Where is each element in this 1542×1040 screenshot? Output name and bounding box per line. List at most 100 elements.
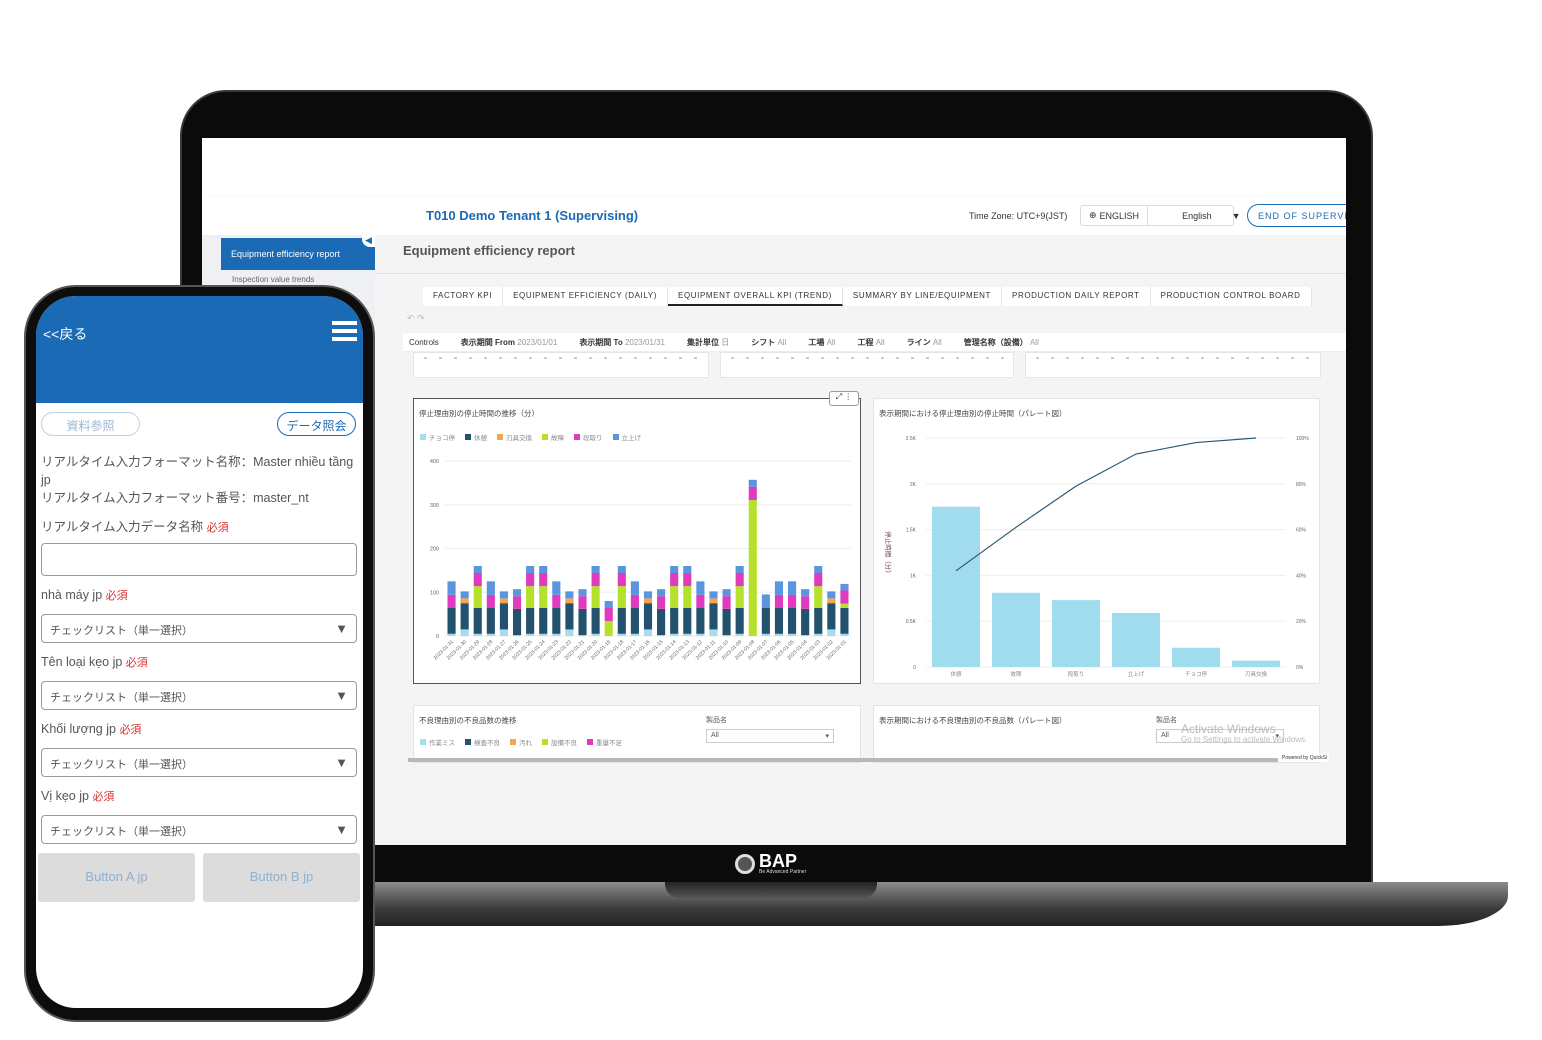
bar-segment xyxy=(630,594,639,608)
control-filter[interactable]: 表示期間 From 2023/01/01 xyxy=(461,337,558,348)
bar-segment xyxy=(512,596,522,609)
legend-item[interactable]: 重量不足 xyxy=(587,737,622,747)
bar-segment xyxy=(709,603,718,630)
legend-item[interactable]: 設備不良 xyxy=(542,737,577,747)
control-filter[interactable]: 工場 All xyxy=(808,337,835,348)
control-filter[interactable]: 表示期間 To 2023/01/31 xyxy=(579,337,665,348)
bar-segment xyxy=(683,608,692,634)
control-filter[interactable]: 工程 All xyxy=(857,337,884,348)
bar-segment xyxy=(512,635,522,636)
bar-segment xyxy=(709,629,718,636)
tab-0[interactable]: FACTORY KPI xyxy=(423,287,504,306)
hamburger-menu-icon[interactable] xyxy=(332,321,357,341)
field-select[interactable]: チェックリスト（単一選択） ▼ xyxy=(41,748,357,777)
end-supervising-button[interactable]: END OF SUPERVI xyxy=(1247,204,1346,227)
field-select[interactable]: チェックリスト（単一選択） ▼ xyxy=(41,681,357,710)
y-tick-label: 200 xyxy=(430,547,439,553)
controls-bar: Controls 表示期間 From 2023/01/01 表示期間 To 202… xyxy=(403,333,1346,352)
stacked-bar-chart-panel[interactable]: 停止理由別の停止時間の推移（分） ⤢ ⋮ チョコ停 休憩 刃具交換 故障 段取り 立上げ … xyxy=(413,391,861,684)
y2-tick-label: 60% xyxy=(1296,528,1307,534)
language-select[interactable]: English xyxy=(1164,211,1220,221)
sidebar-item-equipment-efficiency[interactable]: Equipment efficiency report xyxy=(221,238,375,270)
bar-segment xyxy=(552,594,561,608)
pareto-chart-panel[interactable]: 表示期間における停止理由別の停止時間（パレート図） 0 0% 0.5K 20% 1K 40… xyxy=(873,398,1320,684)
bar-segment xyxy=(827,629,836,636)
bar-segment xyxy=(683,586,692,608)
bar-segment xyxy=(774,633,784,636)
bar-segment xyxy=(460,629,469,636)
required-badge: 必須 xyxy=(92,791,115,803)
bar-segment xyxy=(814,566,823,573)
collapse-icon[interactable]: ◀ xyxy=(362,235,375,247)
button-b[interactable]: Button B jp xyxy=(203,853,360,902)
bar-segment xyxy=(526,566,535,573)
legend-item[interactable]: 作業ミス xyxy=(420,737,455,747)
bar-segment xyxy=(526,608,535,634)
select-value: All xyxy=(711,732,719,739)
required-badge: 必須 xyxy=(105,590,128,602)
control-filter[interactable]: 集計単位 日 xyxy=(687,337,729,348)
control-label: 管理名称（設備） xyxy=(963,337,1028,347)
control-label: 表示期間 From xyxy=(460,337,516,347)
button-a[interactable]: Button A jp xyxy=(38,853,195,902)
bar-segment xyxy=(709,591,718,599)
data-name-input[interactable] xyxy=(41,543,357,576)
control-filter[interactable]: 管理名称（設備） All xyxy=(964,337,1039,348)
control-value: 2023/01/31 xyxy=(624,337,665,347)
tab-5[interactable]: PRODUCTION CONTROL BOARD xyxy=(1151,287,1312,306)
bar-segment xyxy=(539,573,548,587)
y2-tick-label: 40% xyxy=(1296,573,1307,579)
bar-segment xyxy=(499,591,508,599)
language-switcher[interactable]: ⊕ ENGLISH English ▼ xyxy=(1080,205,1241,226)
reference-button[interactable]: 資料参照 xyxy=(41,412,140,436)
select-value: チェックリスト（単一選択） xyxy=(50,759,193,771)
sidebar-item-inspection[interactable]: Inspection value trends xyxy=(232,275,314,284)
chevron-down-icon: ▼ xyxy=(1231,210,1241,221)
legend-item[interactable]: 検査不良 xyxy=(465,737,500,747)
control-filter[interactable]: シフト All xyxy=(751,337,786,348)
y2-tick-label: 0% xyxy=(1296,665,1304,671)
field-select[interactable]: チェックリスト（単一選択） ▼ xyxy=(41,815,357,844)
undo-redo-icons[interactable]: ↶ ↷ xyxy=(407,313,425,324)
legend-swatch xyxy=(542,739,548,745)
brand-tagline: Be Advanced Partner xyxy=(759,869,807,875)
bar-segment xyxy=(473,633,482,636)
back-link[interactable]: <<戻る xyxy=(43,324,87,344)
data-inquiry-button[interactable]: データ照会 xyxy=(277,412,356,436)
bar-segment xyxy=(827,591,836,599)
tab-4[interactable]: PRODUCTION DAILY REPORT xyxy=(1002,287,1151,306)
label-text: Khối lượng jp xyxy=(41,722,116,736)
label-text: リアルタイム入力データ名称 xyxy=(41,520,204,534)
bar-segment xyxy=(827,603,836,630)
control-filter[interactable]: ライン All xyxy=(907,337,942,348)
pareto-bar xyxy=(1112,612,1160,667)
tab-1[interactable]: EQUIPMENT EFFICIENCY (DAILY) xyxy=(503,287,669,306)
tab-2[interactable]: EQUIPMENT OVERALL KPI (TREND) xyxy=(668,287,843,306)
y-tick-label: 0 xyxy=(913,665,916,671)
bar-segment xyxy=(617,566,626,573)
legend-item[interactable]: 汚れ xyxy=(510,737,532,747)
bar-segment xyxy=(460,591,469,599)
bar-segment xyxy=(709,598,718,604)
select-value: チェックリスト（単一選択） xyxy=(50,625,193,637)
legend-swatch xyxy=(510,739,516,745)
bar-segment xyxy=(814,573,823,587)
pareto-bar xyxy=(1052,600,1100,667)
control-value: All xyxy=(932,337,942,347)
control-value: 日 xyxy=(721,337,730,347)
bar-segment xyxy=(591,633,600,636)
product-filter-select[interactable]: All ▾ xyxy=(706,729,834,743)
logo-icon xyxy=(735,853,755,874)
required-badge: 必須 xyxy=(206,522,229,534)
y2-tick-label: 20% xyxy=(1296,619,1307,625)
bar-segment xyxy=(722,608,731,636)
tab-3[interactable]: SUMMARY BY LINE/EQUIPMENT xyxy=(843,287,1003,306)
field-label: Khối lượng jp 必須 xyxy=(41,720,359,739)
legend-label: 重量不足 xyxy=(596,740,622,747)
dropdown-arrow-icon: ▼ xyxy=(335,755,348,770)
control-label: 集計単位 xyxy=(687,337,719,347)
field-select[interactable]: チェックリスト（単一選択） ▼ xyxy=(41,614,357,643)
field-label: nhà máy jp 必須 xyxy=(41,586,359,605)
horizontal-scrollbar[interactable] xyxy=(408,758,1278,762)
panel-title: 不良理由別の不良品数の推移 xyxy=(419,716,517,725)
